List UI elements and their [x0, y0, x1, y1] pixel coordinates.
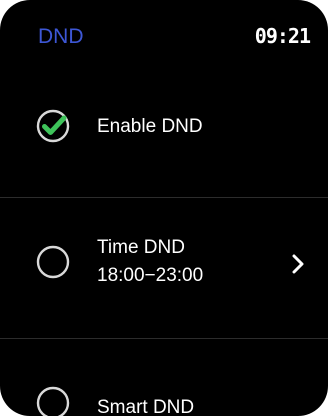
enable-dnd-label: Enable DND	[97, 116, 203, 137]
time-dnd-option[interactable]: Time DND 18:00−23:00	[0, 198, 328, 338]
time-dnd-range: 18:00−23:00	[97, 265, 204, 286]
empty-circle-icon	[36, 386, 70, 416]
page-title: DND	[38, 25, 84, 48]
smart-dnd-option[interactable]: Smart DND	[0, 339, 328, 416]
time-dnd-label: Time DND	[97, 237, 185, 258]
chevron-right-icon	[292, 254, 304, 274]
enable-dnd-option[interactable]: Enable DND	[0, 64, 328, 197]
smart-dnd-label: Smart DND	[97, 397, 195, 416]
empty-circle-icon	[36, 245, 70, 279]
clock-time: 09:21	[254, 24, 311, 48]
watch-screen: DND 09:21 Enable DND Time DND 18:00−23:0…	[0, 0, 328, 416]
check-circle-icon	[36, 109, 70, 143]
status-bar: DND 09:21	[0, 0, 328, 64]
